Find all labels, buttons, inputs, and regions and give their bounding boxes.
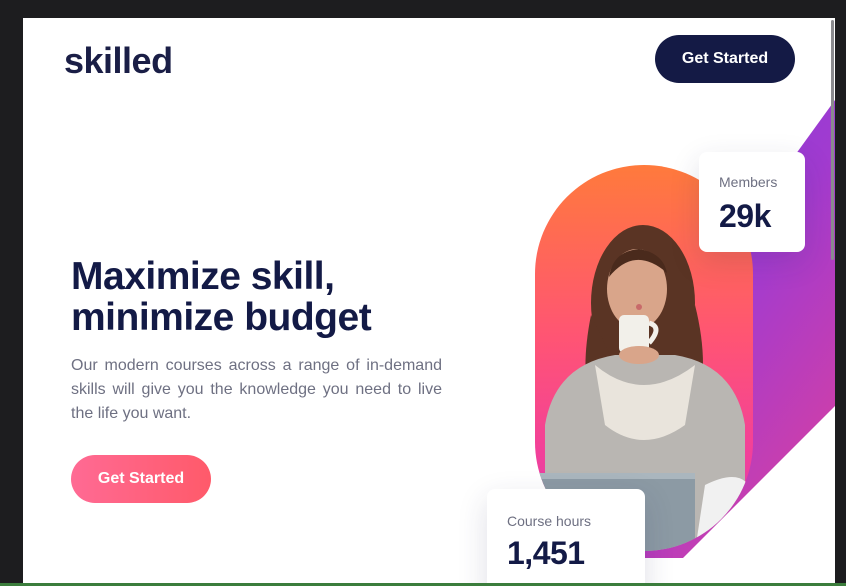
hero-get-started-button[interactable]: Get Started xyxy=(71,455,211,503)
course-hours-value: 1,451 xyxy=(507,535,585,571)
course-hours-stat-card: Course hours 1,451 xyxy=(487,489,645,583)
members-value: 29k xyxy=(719,198,771,234)
hero-title: Maximize skill, minimize budget xyxy=(71,255,372,339)
course-hours-label: Course hours xyxy=(507,513,592,529)
members-label: Members xyxy=(719,174,778,190)
members-stat-card: Members 29k xyxy=(699,152,805,252)
scrollbar-thumb[interactable] xyxy=(831,20,834,260)
logo[interactable]: skilled xyxy=(64,40,173,82)
hero-description: Our modern courses across a range of in-… xyxy=(71,357,442,422)
page-viewport: skilled Get Started Maximize skill, mini… xyxy=(23,18,835,583)
header-get-started-button[interactable]: Get Started xyxy=(655,35,795,83)
